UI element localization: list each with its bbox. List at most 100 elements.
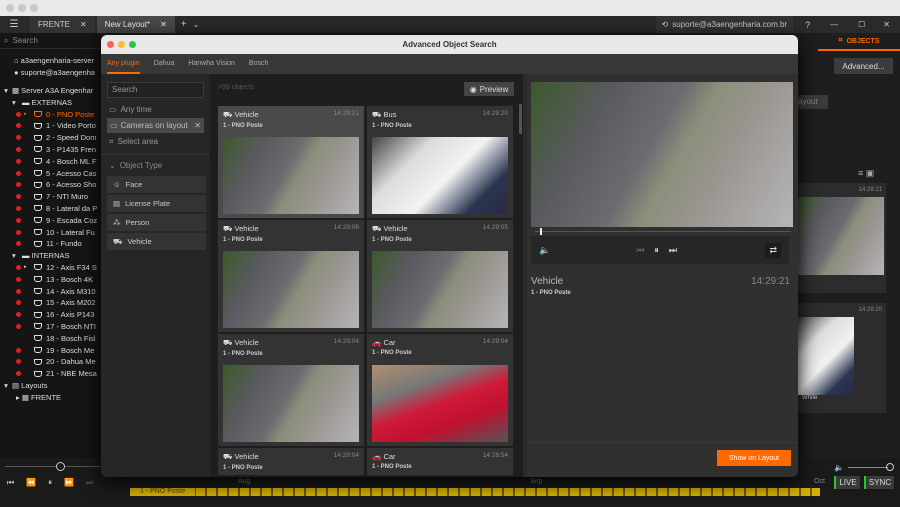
select-area-filter[interactable]: ⌗ Select area <box>101 134 210 150</box>
objects-tab[interactable]: ⌗ OBJECTS <box>818 33 900 51</box>
close-window-button[interactable] <box>6 4 14 12</box>
tab-any-plugin[interactable]: Any plugin <box>107 54 140 74</box>
tree-group[interactable]: ▾ ▬ INTERNAS <box>0 250 101 262</box>
result-card[interactable]: ⛟ Vehicle 14:29:05 1 - PNO Poste <box>367 220 513 332</box>
advanced-button[interactable]: Advanced... <box>834 58 893 74</box>
tree-search[interactable]: ⌕ Search <box>0 33 101 49</box>
live-button[interactable]: LIVE <box>834 476 860 489</box>
close-icon[interactable]: ✕ <box>883 20 890 29</box>
result-card[interactable]: 🚗 Car 14:28:54 1 - PNO Poste <box>367 448 513 475</box>
preview-video[interactable] <box>531 82 793 227</box>
tree-camera[interactable]: 17 - Bosch NTI <box>0 321 101 333</box>
tree-camera[interactable]: 19 - Bosch Me <box>0 344 101 356</box>
sync-button[interactable]: SYNC <box>864 476 894 489</box>
search-input[interactable]: Search <box>12 36 37 45</box>
cameras-on-layout-chip[interactable]: ▭ Cameras on layout ✕ <box>107 118 204 133</box>
minimize-window-button[interactable] <box>18 4 26 12</box>
type-license-plate-button[interactable]: ▤ License Plate <box>107 195 206 212</box>
close-dialog-button[interactable] <box>107 41 114 48</box>
tree-camera[interactable]: 10 - Lateral Fu <box>0 226 101 238</box>
maximize-icon[interactable]: ☐ <box>858 20 865 29</box>
timeline-track[interactable] <box>130 488 820 496</box>
volume-icon[interactable]: 🔈 <box>834 463 844 472</box>
filter-search-input[interactable]: Search <box>107 82 204 98</box>
add-tab-icon[interactable]: + <box>181 19 187 30</box>
tree-camera[interactable]: 14 - Axis M310 <box>0 285 101 297</box>
remove-chip-icon[interactable]: ✕ <box>194 121 201 130</box>
chevron-down-icon[interactable]: ⌄ <box>193 20 200 29</box>
close-tab-icon[interactable]: ✕ <box>160 20 167 29</box>
tree-camera[interactable]: 21 - NBE Mesa <box>0 368 101 380</box>
result-card[interactable]: ⛟ Vehicle 14:29:06 1 - PNO Poste <box>218 220 364 332</box>
result-card[interactable]: ⛟ Vehicle 14:29:04 1 - PNO Poste <box>218 448 364 475</box>
previous-icon[interactable]: ⏮ <box>636 245 644 256</box>
result-card[interactable]: ⛟ Vehicle 14:29:21 1 - PNO Poste <box>218 106 364 218</box>
pause-icon[interactable]: ⏸ <box>48 478 52 488</box>
tree-camera[interactable]: 16 - Axis P143 <box>0 309 101 321</box>
tab-new-layout[interactable]: New Layout* ✕ <box>96 16 175 33</box>
tree-camera[interactable]: 7 - NTI Muro <box>0 191 101 203</box>
tree-camera[interactable]: 20 - Dahua Me <box>0 356 101 368</box>
menu-icon[interactable]: ☰ <box>0 19 28 30</box>
speed-slider-handle[interactable] <box>56 462 65 471</box>
type-vehicle-button[interactable]: ⛟ Vehicle <box>107 233 206 250</box>
cameras-chip-bg[interactable]: ayout <box>798 95 828 109</box>
tree-camera[interactable]: 1 - Video Porto <box>0 120 101 132</box>
skip-end-icon[interactable]: ⏭ <box>86 478 93 488</box>
user-account[interactable]: ⟲ suporte@a3aengenharia.com.br <box>655 16 794 33</box>
pause-icon[interactable]: ⏸ <box>654 245 659 256</box>
minimize-dialog-button[interactable] <box>118 41 125 48</box>
tree-camera[interactable]: 11 - Fundo <box>0 238 101 250</box>
speed-slider[interactable] <box>5 466 100 467</box>
preview-button[interactable]: ◉ Preview <box>464 82 514 96</box>
zoom-dialog-button[interactable] <box>129 41 136 48</box>
any-time-filter[interactable]: ▭ Any time <box>101 102 210 117</box>
result-card[interactable]: ⛟ Vehicle 14:29:04 1 - PNO Poste <box>218 334 364 446</box>
tree-camera[interactable]: ▸ 0 - PNO Poste <box>0 108 101 120</box>
show-on-layout-button[interactable]: Show on Layout <box>717 450 791 466</box>
tree-camera[interactable]: 13 - Bosch 4K <box>0 273 101 285</box>
rewind-icon[interactable]: ⏪ <box>26 478 36 488</box>
tree-camera[interactable]: 3 - P1435 Fren <box>0 144 101 156</box>
type-person-button[interactable]: ⁂ Person <box>107 214 206 231</box>
tree-group[interactable]: ▾ ▬ EXTERNAS <box>0 96 101 108</box>
volume-slider[interactable] <box>848 467 888 468</box>
bg-result-card[interactable]: 14:29:21 <box>798 183 886 293</box>
loop-icon[interactable]: ⇄ <box>765 242 781 258</box>
next-icon[interactable]: ⏭ <box>669 245 677 256</box>
video-progress-track[interactable] <box>535 231 791 232</box>
tree-camera[interactable]: 2 - Speed Dom <box>0 132 101 144</box>
tab-hanwha-vision[interactable]: Hanwha Vision <box>188 54 235 74</box>
help-icon[interactable]: ? <box>805 20 810 30</box>
tree-camera[interactable]: 4 - Bosch ML F <box>0 155 101 167</box>
tree-layouts[interactable]: ▾ ▤ Layouts <box>0 380 101 392</box>
tree-camera[interactable]: 18 - Bosch Fisl <box>0 332 101 344</box>
tab-bosch[interactable]: Bosch <box>249 54 268 74</box>
tree-camera[interactable]: ▸ 12 - Axis F34 S <box>0 262 101 274</box>
video-progress-handle[interactable] <box>540 228 543 235</box>
forward-icon[interactable]: ⏩ <box>64 478 74 488</box>
type-face-button[interactable]: ☺ Face <box>107 176 206 193</box>
tree-camera[interactable]: 9 - Escada Coz <box>0 214 101 226</box>
skip-start-icon[interactable]: ⏮ <box>7 478 14 488</box>
tab-frente[interactable]: FRENTE ✕ <box>30 16 95 33</box>
tree-layout-item[interactable]: ▸ ▦ FRENTE <box>0 391 101 403</box>
server-host[interactable]: ⌂ a3aengenharia-server <box>14 55 101 67</box>
tree-camera[interactable]: 6 - Acesso Sho <box>0 179 101 191</box>
object-type-header[interactable]: ⌄ Object Type <box>101 154 210 176</box>
view-toggle-icons[interactable]: ≡ ▣ <box>858 168 874 179</box>
tree-camera[interactable]: 5 - Acesso Cas <box>0 167 101 179</box>
zoom-window-button[interactable] <box>30 4 38 12</box>
close-tab-icon[interactable]: ✕ <box>80 20 87 29</box>
tree-server[interactable]: ▾ ▦ Server A3A Engenhar <box>0 85 101 97</box>
result-card[interactable]: 🚗 Car 14:29:04 1 - PNO Poste <box>367 334 513 446</box>
bg-result-card[interactable]: 14:29:20 White <box>798 303 886 413</box>
tree-camera[interactable]: 15 - Axis M202 <box>0 297 101 309</box>
volume-handle[interactable] <box>886 463 894 471</box>
current-user[interactable]: ● suporte@a3aengenha <box>14 67 101 79</box>
tab-dahua[interactable]: Dahua <box>154 54 175 74</box>
results-scrollbar[interactable] <box>519 104 522 134</box>
tree-camera[interactable]: 8 - Lateral da P <box>0 203 101 215</box>
result-card[interactable]: ⛟ Bus 14:29:20 1 - PNO Poste <box>367 106 513 218</box>
minimize-icon[interactable]: — <box>830 20 838 29</box>
